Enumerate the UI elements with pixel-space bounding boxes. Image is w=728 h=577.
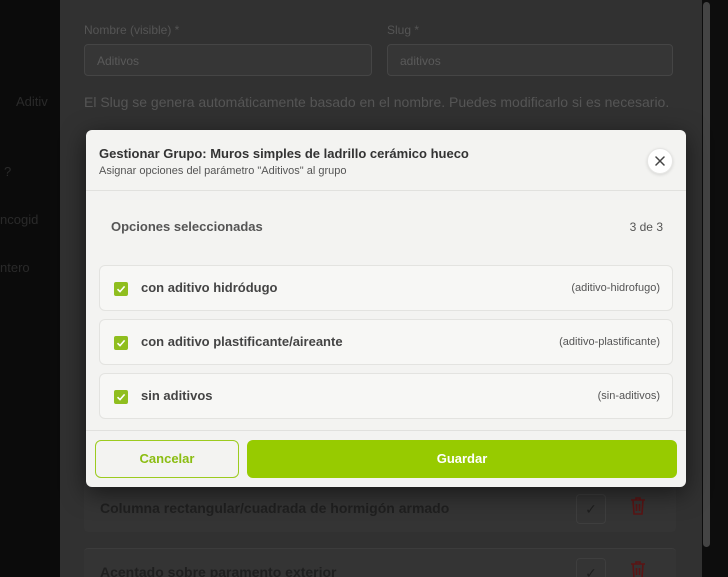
trash-icon[interactable] <box>630 496 646 516</box>
save-button[interactable]: Guardar <box>247 440 677 478</box>
checkbox-checked-icon[interactable] <box>114 336 128 350</box>
option-name: sin aditivos <box>141 388 213 403</box>
background-list-row: Acentado sobre paramento exterior ✓ <box>84 548 676 577</box>
option-name: con aditivo hidródugo <box>141 280 278 295</box>
background-fragment: Aditiv <box>16 94 48 109</box>
selected-count: 3 de 3 <box>629 220 663 234</box>
option-name: con aditivo plastificante/aireante <box>141 334 343 349</box>
background-row-label: Acentado sobre paramento exterior <box>100 564 337 577</box>
scrollbar-thumb[interactable] <box>703 2 710 547</box>
name-field[interactable]: Aditivos <box>84 44 372 76</box>
background-fragment: ntero <box>0 260 30 275</box>
trash-icon[interactable] <box>630 560 646 577</box>
dialog-footer: Cancelar Guardar <box>86 430 686 487</box>
slug-field[interactable]: aditivos <box>387 44 673 76</box>
dialog-title: Gestionar Grupo: Muros simples de ladril… <box>99 146 469 161</box>
background-sidebar: Aditiv ? ncogid ntero <box>0 0 60 577</box>
slug-hint: El Slug se genera automáticamente basado… <box>84 94 670 110</box>
selected-options-header: Opciones seleccionadas 3 de 3 <box>99 205 673 247</box>
name-field-label: Nombre (visible) * <box>84 23 180 37</box>
selected-options-title: Opciones seleccionadas <box>111 219 263 234</box>
check-icon[interactable]: ✓ <box>576 494 606 524</box>
dialog-subtitle: Asignar opciones del parámetro "Aditivos… <box>99 165 347 177</box>
background-fragment: ncogid <box>0 212 39 227</box>
checkbox-checked-icon[interactable] <box>114 282 128 296</box>
slug-field-label: Slug * <box>387 23 420 37</box>
manage-group-dialog: Gestionar Grupo: Muros simples de ladril… <box>86 130 686 487</box>
background-list-row: Columna rectangular/cuadrada de hormigón… <box>84 484 676 532</box>
option-slug: (aditivo-plastificante) <box>559 336 660 348</box>
cancel-button[interactable]: Cancelar <box>95 440 239 478</box>
option-aditivo-plastificante[interactable]: con aditivo plastificante/aireante (adit… <box>99 319 673 365</box>
checkbox-checked-icon[interactable] <box>114 390 128 404</box>
dialog-header: Gestionar Grupo: Muros simples de ladril… <box>86 130 686 191</box>
close-button[interactable] <box>647 148 673 174</box>
background-fragment: ? <box>4 164 12 179</box>
option-slug: (sin-aditivos) <box>597 390 660 402</box>
close-icon <box>655 156 665 166</box>
option-slug: (aditivo-hidrofugo) <box>571 282 660 294</box>
option-aditivo-hidrofugo[interactable]: con aditivo hidródugo (aditivo-hidrofugo… <box>99 265 673 311</box>
check-icon[interactable]: ✓ <box>576 558 606 577</box>
option-sin-aditivos[interactable]: sin aditivos (sin-aditivos) <box>99 373 673 419</box>
background-row-label: Columna rectangular/cuadrada de hormigón… <box>100 500 450 516</box>
